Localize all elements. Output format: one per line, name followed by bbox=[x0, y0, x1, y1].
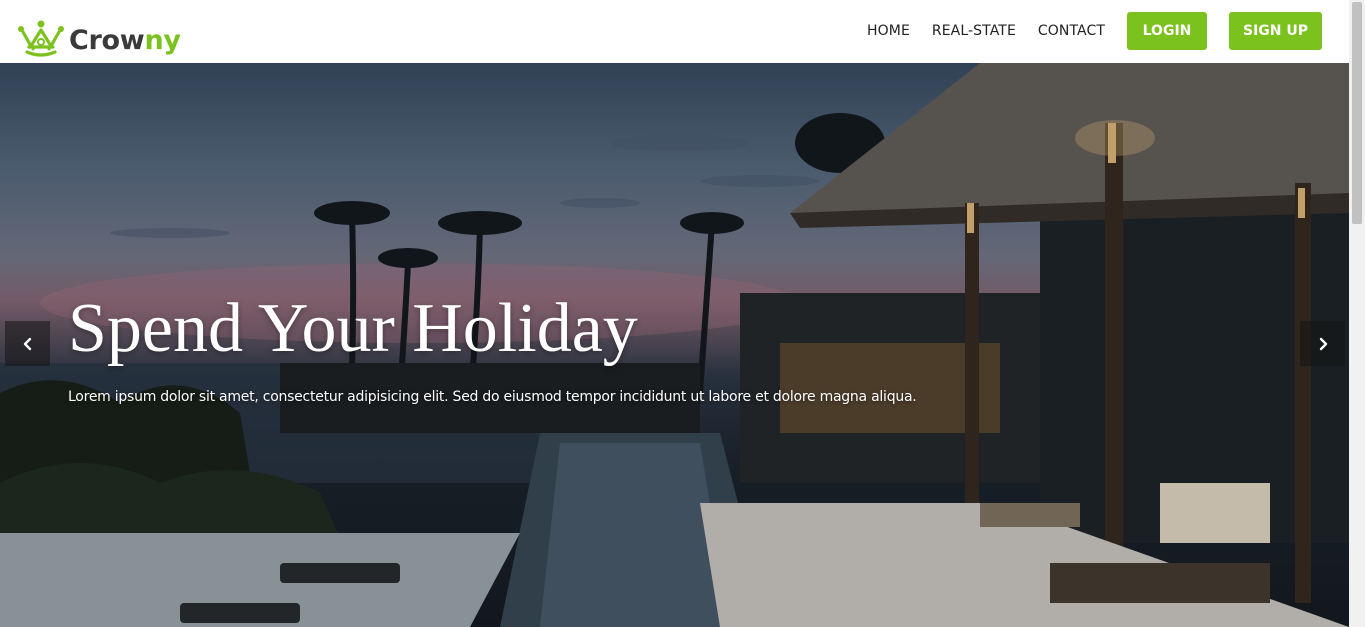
signup-button[interactable]: SIGN UP bbox=[1229, 12, 1322, 50]
slider-next-button[interactable] bbox=[1300, 321, 1345, 366]
site-header: Crowny HOME REAL-STATE CONTACT LOGIN SIG… bbox=[0, 0, 1349, 63]
main-nav: HOME REAL-STATE CONTACT LOGIN SIGN UP bbox=[867, 12, 1322, 50]
brand-name-part2: ny bbox=[144, 25, 181, 56]
nav-real-state[interactable]: REAL-STATE bbox=[932, 23, 1016, 39]
scrollbar-thumb[interactable] bbox=[1352, 2, 1362, 224]
hero-slider: Spend Your Holiday Lorem ipsum dolor sit… bbox=[0, 63, 1349, 627]
brand-name: Crowny bbox=[69, 24, 181, 58]
chevron-left-icon bbox=[23, 337, 31, 350]
slider-prev-button[interactable] bbox=[5, 321, 50, 366]
brand-name-part1: Crow bbox=[69, 25, 145, 56]
crown-icon bbox=[18, 20, 64, 57]
hero-title: Spend Your Holiday bbox=[68, 290, 638, 367]
login-button[interactable]: LOGIN bbox=[1127, 12, 1207, 50]
chevron-right-icon bbox=[1319, 337, 1327, 350]
nav-home[interactable]: HOME bbox=[867, 23, 910, 39]
nav-contact[interactable]: CONTACT bbox=[1038, 23, 1105, 39]
hero-subtitle: Lorem ipsum dolor sit amet, consectetur … bbox=[68, 389, 917, 405]
logo[interactable]: Crowny bbox=[17, 14, 181, 58]
page-scrollbar[interactable] bbox=[1349, 0, 1365, 627]
